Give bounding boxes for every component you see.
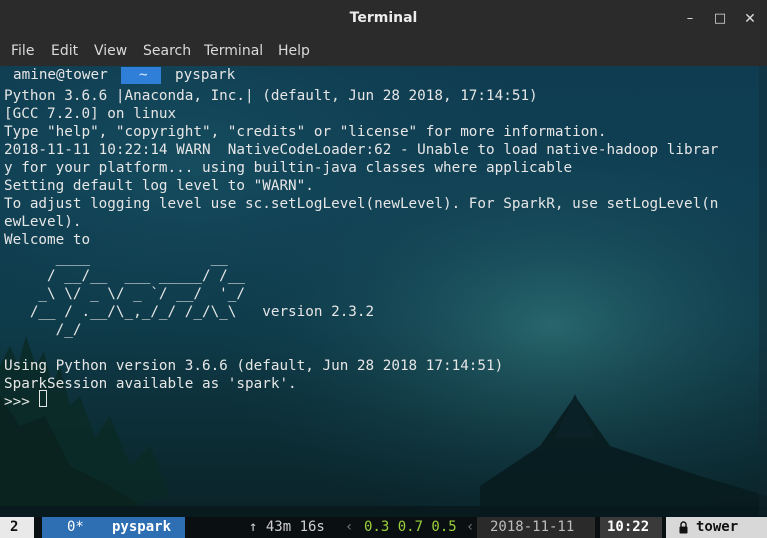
output-line: [GCC 7.2.0] on linux xyxy=(4,106,177,122)
menu-bar: File Edit View Search Terminal Help xyxy=(0,38,767,66)
status-separator: ‹ xyxy=(345,519,354,535)
menu-search[interactable]: Search xyxy=(143,43,191,59)
output-line: y for your platform... using builtin-jav… xyxy=(4,160,573,176)
menu-edit[interactable]: Edit xyxy=(51,43,78,59)
vertical-scrollbar[interactable] xyxy=(759,66,767,516)
terminal-cursor[interactable] xyxy=(39,390,47,407)
status-hostname: tower xyxy=(696,519,739,535)
terminal-window: Terminal – □ ✕ File Edit View Search Ter… xyxy=(0,0,767,538)
output-line: ewLevel). xyxy=(4,214,82,230)
output-line: 2018-11-11 10:22:14 WARN NativeCodeLoade… xyxy=(4,142,719,158)
terminal-output-area[interactable]: amine@tower ~ pyspark Python 3.6.6 |Anac… xyxy=(0,66,767,538)
output-line: Welcome to xyxy=(4,232,91,248)
status-load-average: 0.3 0.7 0.5 xyxy=(364,519,457,535)
spark-logo-line: / __/__ ___ _____/ /__ xyxy=(4,268,246,284)
status-session-number: 2 xyxy=(10,519,19,535)
minimize-icon[interactable]: – xyxy=(679,8,701,30)
status-uptime: ↑ 43m 16s xyxy=(249,519,325,535)
python-repl-prompt: >>> xyxy=(4,394,39,410)
prompt-user-host: amine@tower xyxy=(13,67,108,83)
status-window-index: 0* xyxy=(67,519,84,535)
status-window-name: pyspark xyxy=(112,519,172,535)
lock-icon xyxy=(679,521,688,534)
spark-logo-line: /_/ xyxy=(4,322,82,338)
status-date: 2018-11-11 xyxy=(490,519,575,535)
output-line: Type "help", "copyright", "credits" or "… xyxy=(4,124,607,140)
prompt-command: pyspark xyxy=(175,67,236,83)
status-separator: ‹ xyxy=(466,519,475,535)
window-title: Terminal xyxy=(349,10,418,26)
output-line: SparkSession available as 'spark'. xyxy=(4,376,297,392)
output-line: Using Python version 3.6.6 (default, Jun… xyxy=(4,358,504,374)
title-bar[interactable]: Terminal – □ ✕ xyxy=(0,0,767,38)
menu-help[interactable]: Help xyxy=(278,43,310,59)
menu-terminal[interactable]: Terminal xyxy=(204,43,263,59)
menu-file[interactable]: File xyxy=(11,43,34,59)
spark-logo-line: ____ __ xyxy=(4,250,228,266)
spark-logo-line: _\ \/ _ \/ _ `/ __/ '_/ xyxy=(4,286,246,302)
output-line: Setting default log level to "WARN". xyxy=(4,178,314,194)
tmux-status-bar: 2 0* pyspark ↑ 43m 16s ‹ 0.3 0.7 0.5 ‹ 2… xyxy=(0,517,767,538)
shell-prompt: amine@tower ~ pyspark xyxy=(0,66,767,86)
status-time: 10:22 xyxy=(607,519,650,535)
prompt-directory: ~ xyxy=(139,67,148,83)
menu-view[interactable]: View xyxy=(94,43,127,59)
spark-logo-line: /__ / .__/\_,_/_/ /_/\_\ version 2.3.2 xyxy=(4,304,375,320)
output-line: To adjust logging level use sc.setLogLev… xyxy=(4,196,719,212)
close-icon[interactable]: ✕ xyxy=(739,8,761,30)
output-line: Python 3.6.6 |Anaconda, Inc.| (default, … xyxy=(4,88,538,104)
maximize-icon[interactable]: □ xyxy=(709,8,731,30)
